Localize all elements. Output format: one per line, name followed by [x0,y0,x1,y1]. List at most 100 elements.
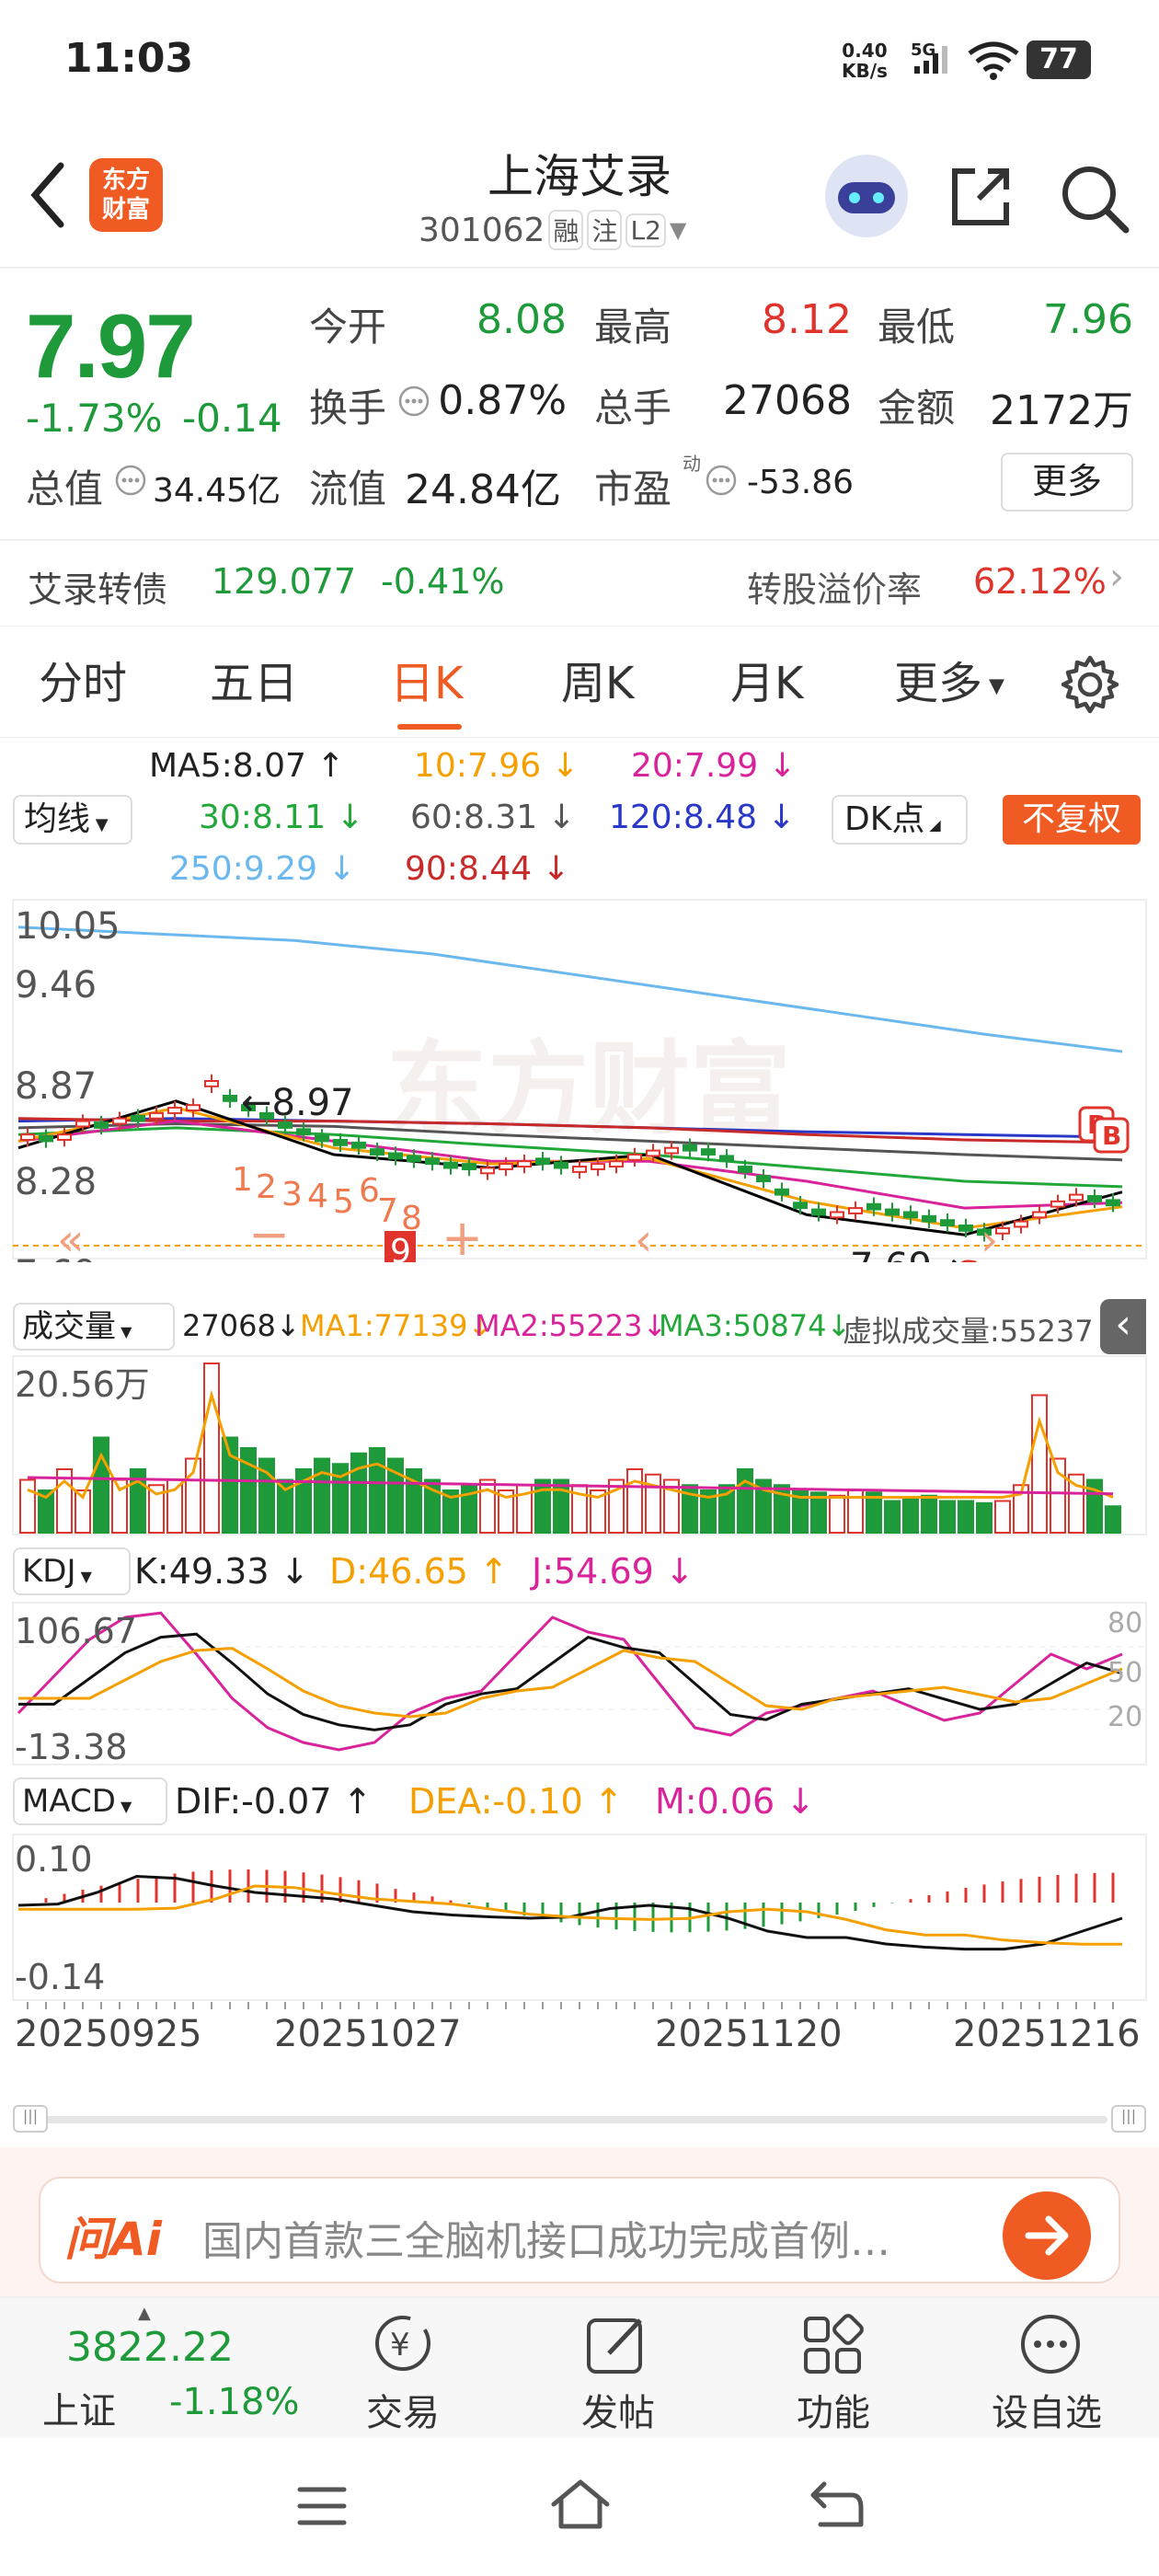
candle-body [1069,1193,1084,1202]
volume-bar [921,1494,937,1534]
post-label[interactable]: 发帖 [581,2383,655,2436]
info-icon[interactable] [114,464,147,497]
range-scrollbar[interactable]: ||| ||| [13,2105,1146,2133]
vol-ma3: MA3:50874↓ [659,1308,852,1343]
ai-robot-avatar[interactable] [825,155,908,237]
candle-body [554,1161,568,1169]
settings-gear-icon[interactable] [1060,654,1120,715]
tab-more[interactable]: 更多 ▼ [894,647,1004,711]
ai-submit-button[interactable] [1003,2191,1091,2280]
low-value: 7.96 [1043,296,1133,343]
range-handle-left[interactable]: ||| [13,2105,48,2133]
index-pct[interactable]: -1.18% [169,2381,300,2423]
no-adjust-button[interactable]: 不复权 [1003,795,1141,845]
candle-body [315,1134,329,1143]
low-label: 最低 [878,305,956,350]
volume-bar [939,1500,956,1534]
kline-y-label-3: 8.87 [15,1065,97,1108]
menu-icon[interactable] [294,2480,350,2532]
volume-bar [718,1484,735,1534]
candle-body [958,1225,973,1232]
volume-bar [350,1452,367,1534]
trade-icon[interactable]: ¥ [364,2311,442,2375]
info-icon[interactable] [705,464,738,497]
kdj-d: D:46.65 ↑ [329,1551,509,1592]
date-label-4: 20251216 [953,2013,1141,2050]
active-tab-indicator [397,724,462,730]
dk-point-select[interactable]: DK点 ◢ [832,795,968,845]
candle-body [20,1133,35,1141]
candle-body [1014,1220,1028,1228]
macd-dif: DIF:-0.07 ↑ [175,1781,373,1822]
macd-select[interactable]: MACD ▼ [13,1777,167,1825]
candle-body [1087,1195,1102,1202]
tab-monthly-k[interactable]: 月K [730,647,803,711]
volume-select[interactable]: 成交量 ▼ [13,1303,175,1351]
date-label-1: 20250925 [15,2013,202,2050]
info-icon[interactable] [397,385,430,418]
watchlist-icon[interactable] [1016,2311,1085,2377]
tab-five-day[interactable]: 五日 [210,647,298,711]
step-right-icon[interactable]: › [981,1214,998,1262]
volume-bar [884,1500,901,1534]
kline-chart[interactable]: 东方财富 10.05 9.46 8.87 8.28 7.69 ←8.97 7.6… [0,894,1159,1262]
volume-y-label: 20.56万 [15,1364,150,1405]
volume-bar [1105,1505,1121,1534]
step-left-icon[interactable]: ‹ [635,1214,652,1262]
kdj-j: J:54.69 ↓ [532,1551,694,1592]
more-button[interactable]: 更多 [1001,453,1133,512]
net-speed-unit: KB/s [842,60,888,82]
ai-search-bar[interactable]: 问Ai 国内首款三全脑机接口成功完成首例… [39,2177,1120,2283]
kdj-frame [12,1602,1147,1765]
open-value: 8.08 [476,296,567,343]
convertible-bond-row[interactable]: 艾录转债 129.077 -0.41% 转股溢价率 62.12% › [0,539,1159,626]
dropdown-icon[interactable]: ▼ [670,217,686,243]
functions-grid-icon[interactable] [798,2311,868,2377]
candle-body [1032,1211,1047,1219]
candle-body [131,1114,145,1122]
tab-weekly-k[interactable]: 周K [561,647,634,711]
candle-body [57,1133,72,1141]
ma10-label: 10:7.96 ↓ [414,747,580,785]
volume-bar [553,1478,569,1534]
total-mv-value: 34.45亿 [153,472,281,510]
range-handle-right[interactable]: ||| [1111,2105,1146,2133]
ai-logo: 问Ai [64,2213,162,2266]
ma-select[interactable]: 均线 ▼ [13,795,132,845]
high-marker-label: ←8.97 [241,1082,354,1124]
candle-body [627,1153,642,1161]
open-label: 今开 [309,305,387,350]
tab-more-label: 更多 [894,658,983,709]
pe-value: -53.86 [747,464,855,501]
post-icon[interactable] [583,2311,653,2377]
watchlist-label[interactable]: 设自选 [992,2383,1102,2436]
volume-bar [958,1500,974,1534]
kline-y-label-2: 9.46 [15,964,97,1006]
amount-label: 金额 [878,385,956,431]
net-speed: 0.40 KB/s [842,40,888,81]
tab-daily-k[interactable]: 日K [390,647,463,711]
macd-y-bottom: -0.14 [15,1957,105,1997]
tab-intraday[interactable]: 分时 [39,647,127,711]
share-icon[interactable] [947,162,1016,230]
turnover-label: 换手 [309,385,387,431]
index-name[interactable]: 上证 [42,2381,116,2434]
zoom-in-button[interactable]: + [442,1209,483,1262]
zoom-out-button[interactable]: − [248,1205,290,1262]
kdj-select[interactable]: KDJ ▼ [13,1547,131,1595]
collapse-panel-button[interactable]: ‹ [1100,1299,1146,1354]
index-value[interactable]: 3822.22 [66,2324,234,2371]
date-label-3: 20251120 [655,2013,843,2050]
volume-bar [976,1501,993,1535]
kdj-y-bottom: -13.38 [15,1727,128,1766]
trade-label[interactable]: 交易 [366,2383,440,2436]
functions-label[interactable]: 功能 [797,2383,870,2436]
home-icon[interactable] [548,2475,613,2534]
scroll-left-icon[interactable]: « [57,1214,84,1262]
pe-sup: 动 [683,453,701,475]
system-nav-bar [0,2438,1159,2576]
candle-body [646,1149,660,1157]
search-icon[interactable] [1058,162,1131,236]
buy-marker-2-text: B [1102,1121,1121,1151]
back-icon[interactable] [806,2477,866,2532]
